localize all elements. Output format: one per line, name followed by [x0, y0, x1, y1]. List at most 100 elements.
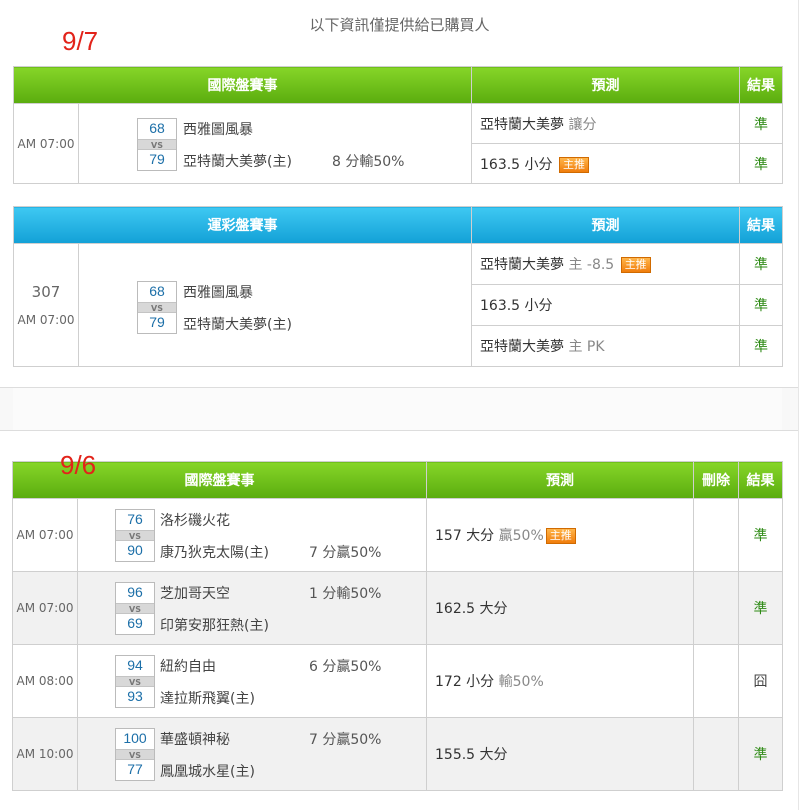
home-team: 達拉斯飛翼(主): [160, 691, 255, 707]
result-mark: 準: [739, 325, 783, 367]
matchup: 100 VS 77 華盛頓神秘 鳳凰城水星(主) 7 分贏50%: [77, 717, 427, 791]
away-score: 68: [149, 283, 165, 299]
prediction: 162.5 大分: [426, 571, 694, 645]
away-score: 76: [127, 511, 143, 527]
prediction: 155.5 大分: [426, 717, 694, 791]
margin-note: 1 分輸50%: [309, 586, 382, 602]
away-team: 華盛頓神秘: [160, 732, 230, 748]
date-label-9-6: 9/6: [60, 450, 97, 480]
vs-label: VS: [116, 676, 154, 687]
home-score: 93: [127, 688, 143, 704]
prediction: 亞特蘭大美夢 主 -8.5 主推: [471, 243, 740, 285]
matchup: 68 VS 79 西雅圖風暴 亞特蘭大美夢(主): [78, 243, 472, 367]
vs-label: VS: [138, 139, 176, 150]
home-team: 印第安那狂熱(主): [160, 618, 269, 634]
margin-note: 7 分贏50%: [309, 545, 382, 561]
result-mark: 準: [739, 143, 783, 184]
vs-label: VS: [116, 603, 154, 614]
away-score: 96: [127, 584, 143, 600]
table-row: 307 AM 07:00 68 VS 79 西雅圖風暴 亞特蘭大美夢(主) 亞特…: [13, 243, 783, 367]
score-box: 68 VS 79: [137, 118, 177, 171]
game-time: AM 07:00: [12, 571, 78, 645]
result-mark: 準: [738, 571, 783, 645]
table-row: AM 07:00 96 VS 69 芝加哥天空 印第安那狂熱(主) 1 分輸50…: [12, 571, 783, 645]
table-row: AM 07:00 76 VS 90 洛杉磯火花 康乃狄克太陽(主) 7 分贏50…: [12, 498, 783, 572]
score-box: 96 VS 69: [115, 582, 155, 635]
matchup: 76 VS 90 洛杉磯火花 康乃狄克太陽(主) 7 分贏50%: [77, 498, 427, 572]
away-team: 西雅圖風暴: [183, 285, 253, 301]
header-event: 國際盤賽事: [13, 66, 472, 104]
result-mark: 囧: [738, 644, 783, 718]
delete-cell: [693, 717, 739, 791]
game-time: AM 10:00: [12, 717, 78, 791]
header-event: 運彩盤賽事: [13, 206, 472, 244]
header-predict: 預測: [471, 66, 740, 104]
home-team: 康乃狄克太陽(主): [160, 545, 269, 561]
intl-picks-table-9-7: 國際盤賽事 預測 結果 AM 07:00 68 VS 79 西雅圖風暴 亞特蘭大…: [13, 66, 783, 184]
away-score: 100: [123, 730, 147, 746]
result-mark: 準: [738, 717, 783, 791]
home-score: 90: [127, 542, 143, 558]
prediction: 163.5 小分 主推: [471, 143, 740, 184]
featured-badge: 主推: [545, 528, 576, 544]
header-predict: 預測: [426, 461, 694, 499]
margin-note: 7 分贏50%: [309, 732, 382, 748]
away-team: 芝加哥天空: [160, 586, 230, 602]
game-time: AM 07:00: [13, 103, 79, 184]
home-score: 79: [149, 314, 165, 330]
score-box: 94 VS 93: [115, 655, 155, 708]
away-score: 94: [127, 657, 143, 673]
prediction: 157 大分 贏50% 主推: [426, 498, 694, 572]
home-team: 亞特蘭大美夢(主): [183, 317, 292, 333]
prediction: 172 小分 輸50%: [426, 644, 694, 718]
delete-cell: [693, 644, 739, 718]
game-time: AM 08:00: [12, 644, 78, 718]
vs-label: VS: [116, 530, 154, 541]
matchup: 94 VS 93 紐約自由 達拉斯飛翼(主) 6 分贏50%: [77, 644, 427, 718]
game-time: AM 07:00: [12, 498, 78, 572]
margin-note: 6 分贏50%: [309, 659, 382, 675]
margin-note: 8 分輸50%: [332, 154, 405, 170]
header-result: 結果: [739, 66, 783, 104]
header-result: 結果: [738, 461, 783, 499]
delete-cell: [693, 571, 739, 645]
table-row: AM 10:00 100 VS 77 華盛頓神秘 鳳凰城水星(主) 7 分贏50…: [12, 717, 783, 791]
score-box: 76 VS 90: [115, 509, 155, 562]
matchup: 68 VS 79 西雅圖風暴 亞特蘭大美夢(主) 8 分輸50%: [78, 103, 472, 184]
prediction: 亞特蘭大美夢 主 PK: [471, 325, 740, 367]
table-header: 運彩盤賽事 預測 結果: [13, 206, 783, 244]
featured-badge: 主推: [620, 257, 651, 273]
table-header: 國際盤賽事 預測 刪除 結果: [12, 461, 783, 499]
result-mark: 準: [739, 243, 783, 285]
game-number: 307: [31, 283, 61, 301]
table-header: 國際盤賽事 預測 結果: [13, 66, 783, 104]
away-team: 紐約自由: [160, 659, 216, 675]
score-box: 100 VS 77: [115, 728, 155, 781]
result-mark: 準: [739, 103, 783, 144]
delete-cell: [693, 498, 739, 572]
result-mark: 準: [739, 284, 783, 326]
vs-label: VS: [138, 302, 176, 313]
prediction: 亞特蘭大美夢 讓分: [471, 103, 740, 144]
prediction: 163.5 小分: [471, 284, 740, 326]
featured-badge: 主推: [558, 156, 589, 173]
header-delete: 刪除: [693, 461, 739, 499]
matchup: 96 VS 69 芝加哥天空 印第安那狂熱(主) 1 分輸50%: [77, 571, 427, 645]
home-score: 79: [149, 151, 165, 167]
table-row: AM 07:00 68 VS 79 西雅圖風暴 亞特蘭大美夢(主) 8 分輸50…: [13, 103, 783, 184]
away-team: 洛杉磯火花: [160, 513, 230, 529]
section-divider: [0, 387, 799, 431]
home-team: 鳳凰城水星(主): [160, 764, 255, 780]
date-label-9-7: 9/7: [62, 26, 99, 56]
home-team: 亞特蘭大美夢(主): [183, 154, 292, 170]
purchaser-notice: 以下資訊僅提供給已購買人: [309, 16, 490, 34]
away-score: 68: [149, 120, 165, 136]
table-row: AM 08:00 94 VS 93 紐約自由 達拉斯飛翼(主) 6 分贏50% …: [12, 644, 783, 718]
vs-label: VS: [116, 749, 154, 760]
game-time: 307 AM 07:00: [13, 243, 79, 367]
home-score: 77: [127, 761, 143, 777]
header-result: 結果: [739, 206, 783, 244]
intl-picks-table-9-6: 國際盤賽事 預測 刪除 結果 AM 07:00 76 VS 90 洛杉磯火花 康…: [12, 461, 783, 791]
away-team: 西雅圖風暴: [183, 122, 253, 138]
lottery-picks-table-9-7: 運彩盤賽事 預測 結果 307 AM 07:00 68 VS 79 西雅圖風暴 …: [13, 206, 783, 367]
